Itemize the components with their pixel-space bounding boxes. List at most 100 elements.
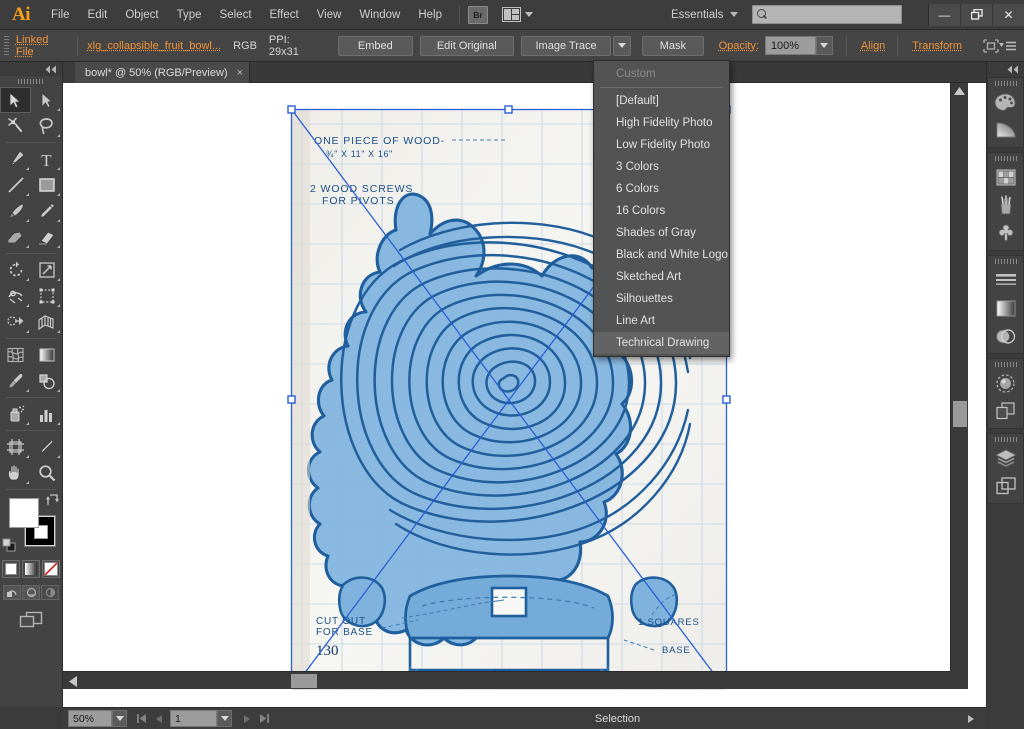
rotate-tool[interactable] (0, 257, 31, 283)
appearance-panel-icon[interactable] (988, 369, 1023, 397)
control-panel-menu-icon[interactable] (999, 40, 1017, 52)
menu-item-low-fidelity-photo[interactable]: Low Fidelity Photo (594, 134, 729, 156)
dock-group-grip[interactable] (988, 434, 1023, 444)
pencil-tool[interactable] (31, 198, 62, 224)
close-button[interactable]: ✕ (992, 3, 1024, 26)
canvas-vertical-scrollbar[interactable] (950, 83, 968, 689)
perspective-grid-tool[interactable] (31, 309, 62, 335)
minimize-button[interactable]: — (928, 3, 960, 26)
scale-tool[interactable] (31, 257, 62, 283)
workspace-switcher-label[interactable]: Essentials (671, 9, 723, 21)
direct-selection-tool[interactable] (31, 87, 62, 113)
artboard-number-dropdown-button[interactable] (217, 710, 232, 727)
shape-builder-tool[interactable] (0, 309, 31, 335)
draw-behind-button[interactable] (22, 585, 40, 600)
transparency-panel-icon[interactable] (988, 322, 1023, 350)
vertical-scroll-thumb[interactable] (953, 401, 967, 427)
align-link[interactable]: Align (861, 40, 885, 52)
width-tool[interactable] (0, 283, 31, 309)
column-graph-tool[interactable] (31, 401, 62, 427)
image-trace-presets-dropdown-button[interactable] (613, 35, 632, 56)
control-bar-grip[interactable] (4, 35, 9, 56)
menu-item-silhouettes[interactable]: Silhouettes (594, 288, 729, 310)
artboards-panel-icon[interactable] (988, 472, 1023, 500)
embed-button[interactable]: Embed (337, 35, 413, 56)
zoom-level-dropdown-button[interactable] (112, 710, 127, 727)
gradient-fill-button[interactable] (22, 560, 40, 578)
tools-collapse-button[interactable] (0, 62, 62, 76)
transform-handles-icon[interactable] (982, 38, 999, 53)
scroll-up-button[interactable] (951, 83, 968, 99)
mask-button[interactable]: Mask (642, 35, 704, 56)
eyedropper-tool[interactable] (0, 368, 31, 394)
menu-effect[interactable]: Effect (261, 0, 308, 30)
line-segment-tool[interactable] (0, 172, 31, 198)
edit-original-button[interactable]: Edit Original (419, 35, 514, 56)
zoom-tool[interactable] (31, 460, 62, 486)
color-fill-button[interactable] (2, 560, 20, 578)
menu-select[interactable]: Select (211, 0, 261, 30)
gradient-tool[interactable] (31, 342, 62, 368)
dock-expand-button[interactable] (987, 62, 1024, 77)
color-panel-icon[interactable] (988, 88, 1023, 116)
menu-object[interactable]: Object (116, 0, 167, 30)
horizontal-scroll-thumb[interactable] (291, 674, 317, 688)
draw-normal-button[interactable] (3, 585, 21, 600)
layers-panel-icon[interactable] (988, 444, 1023, 472)
type-tool[interactable]: T (31, 146, 62, 172)
swatches-panel-icon[interactable] (988, 163, 1023, 191)
transform-link[interactable]: Transform (912, 40, 962, 52)
linked-file-name[interactable]: xlg_collapsible_fruit_bowl... (87, 40, 221, 52)
status-menu-button[interactable] (963, 714, 979, 723)
graphic-styles-panel-icon[interactable] (988, 397, 1023, 425)
document-tab[interactable]: bowl* @ 50% (RGB/Preview) × (75, 62, 251, 83)
pen-tool[interactable] (0, 146, 31, 172)
scroll-left-button[interactable] (65, 672, 81, 690)
menu-item-shades-of-gray[interactable]: Shades of Gray (594, 222, 729, 244)
menu-item-sketched-art[interactable]: Sketched Art (594, 266, 729, 288)
color-guide-panel-icon[interactable] (988, 116, 1023, 144)
menu-type[interactable]: Type (168, 0, 211, 30)
menu-view[interactable]: View (308, 0, 351, 30)
magic-wand-tool[interactable] (0, 113, 31, 139)
gradient-panel-icon[interactable] (988, 294, 1023, 322)
tools-panel-grip[interactable] (0, 76, 62, 87)
menu-window[interactable]: Window (350, 0, 409, 30)
dock-group-grip[interactable] (988, 256, 1023, 266)
close-icon[interactable]: × (237, 67, 243, 79)
menu-item-black-and-white-logo[interactable]: Black and White Logo (594, 244, 729, 266)
eraser-tool[interactable] (31, 224, 62, 250)
none-fill-button[interactable] (42, 560, 60, 578)
menu-item-high-fidelity-photo[interactable]: High Fidelity Photo (594, 112, 729, 134)
stroke-panel-icon[interactable] (988, 266, 1023, 294)
menu-item-6-colors[interactable]: 6 Colors (594, 178, 729, 200)
opacity-dropdown-button[interactable] (816, 36, 833, 55)
canvas-horizontal-scrollbar[interactable] (63, 671, 968, 689)
search-help-input[interactable] (752, 5, 903, 24)
lasso-tool[interactable] (31, 113, 62, 139)
blend-tool[interactable] (31, 368, 62, 394)
menu-item-line-art[interactable]: Line Art (594, 310, 729, 332)
restore-button[interactable] (960, 3, 992, 26)
image-trace-presets-menu[interactable]: Custom [Default] High Fidelity Photo Low… (593, 60, 730, 357)
free-transform-tool[interactable] (31, 283, 62, 309)
rectangle-tool[interactable] (31, 172, 62, 198)
bridge-icon[interactable]: Br (468, 5, 488, 24)
dock-group-grip[interactable] (988, 78, 1023, 88)
selection-tool[interactable] (0, 87, 31, 113)
slice-tool[interactable] (31, 434, 62, 460)
dock-group-grip[interactable] (988, 359, 1023, 369)
menu-item-default[interactable]: [Default] (594, 90, 729, 112)
screen-mode-button[interactable] (0, 610, 62, 630)
opacity-label[interactable]: Opacity: (719, 40, 759, 52)
next-artboard-button[interactable] (238, 710, 255, 727)
dock-group-grip[interactable] (988, 153, 1023, 163)
brushes-panel-icon[interactable] (988, 191, 1023, 219)
draw-inside-button[interactable] (41, 585, 59, 600)
menu-item-3-colors[interactable]: 3 Colors (594, 156, 729, 178)
first-artboard-button[interactable] (133, 710, 150, 727)
drawing-canvas[interactable]: ONE PIECE OF WOOD- ¾" X 11" X 16" 2 WOOD… (63, 83, 968, 690)
last-artboard-button[interactable] (255, 710, 272, 727)
swap-fill-stroke-icon[interactable] (46, 494, 59, 506)
menu-help[interactable]: Help (409, 0, 451, 30)
